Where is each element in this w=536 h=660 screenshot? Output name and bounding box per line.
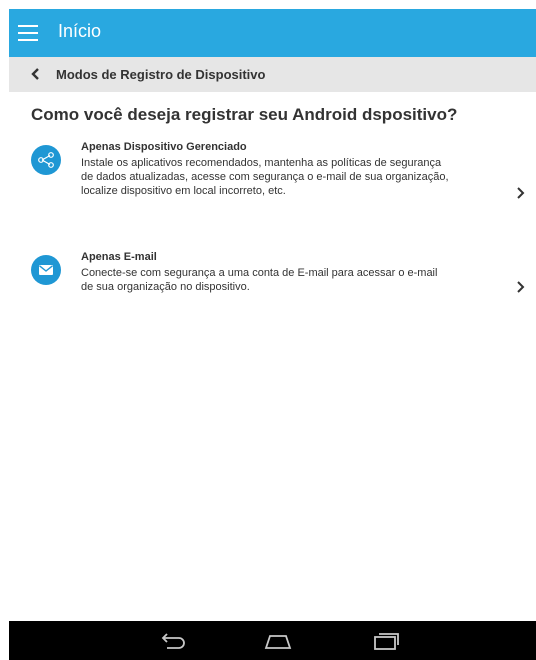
back-icon[interactable] <box>157 629 187 653</box>
recent-apps-icon[interactable] <box>371 629 401 653</box>
option-description: Instale os aplicativos recomendados, man… <box>81 157 449 197</box>
chevron-left-icon[interactable] <box>31 67 41 81</box>
chevron-right-icon[interactable] <box>515 280 525 294</box>
page-question: Como você deseja registrar seu Android d… <box>31 105 458 124</box>
share-icon <box>31 145 61 175</box>
option-title: Apenas E-mail <box>81 251 157 263</box>
envelope-icon <box>31 255 61 285</box>
app-bar-title: Início <box>58 21 102 41</box>
system-navigation-bar <box>9 621 536 660</box>
option-description: Conecte-se com segurança a uma conta de … <box>81 267 438 293</box>
app-bar: Início <box>9 9 536 57</box>
option-managed-device[interactable]: Apenas Dispositivo Gerenciado Instale os… <box>9 141 536 233</box>
breadcrumb-label: Modos de Registro de Dispositivo <box>56 67 266 82</box>
hamburger-menu-icon[interactable] <box>18 25 38 41</box>
option-email-only[interactable]: Apenas E-mail Conecte-se com segurança a… <box>9 251 536 311</box>
breadcrumb[interactable]: Modos de Registro de Dispositivo <box>9 57 536 92</box>
home-icon[interactable] <box>263 629 293 653</box>
option-title: Apenas Dispositivo Gerenciado <box>81 141 247 153</box>
chevron-right-icon[interactable] <box>515 186 525 200</box>
app-screen: Início Modos de Registro de Dispositivo … <box>9 9 536 660</box>
